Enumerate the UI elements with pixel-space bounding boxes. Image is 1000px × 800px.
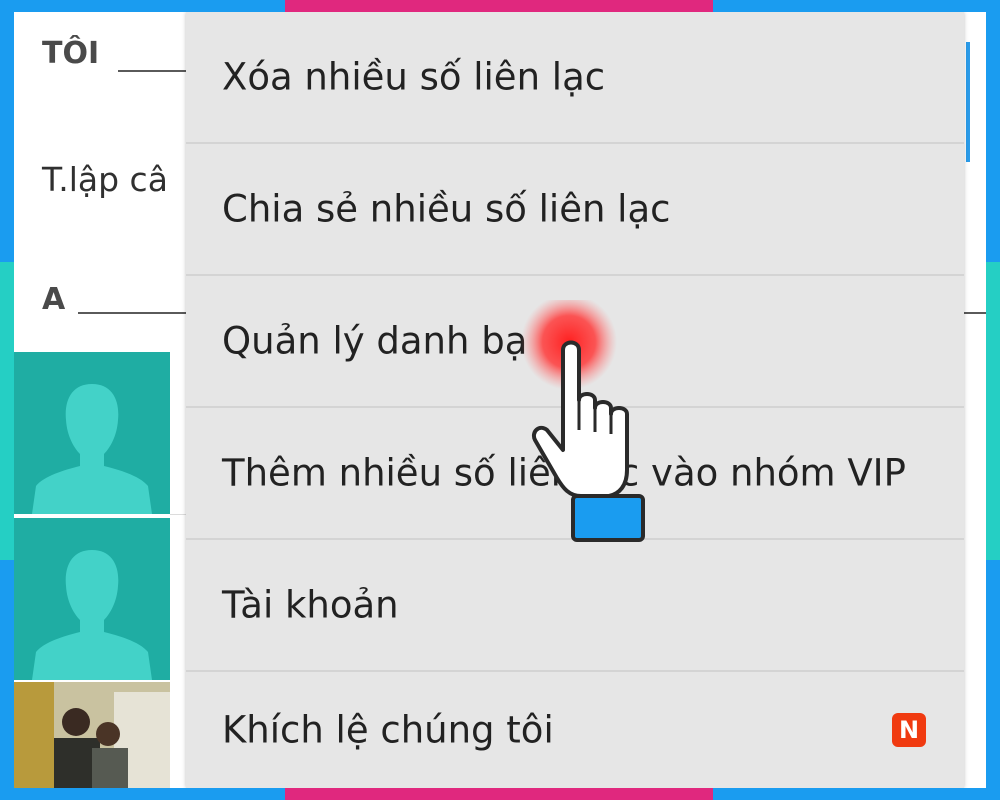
section-divider-a [78,312,198,314]
menu-item-label: Xóa nhiều số liên lạc [222,55,606,99]
menu-item-encourage-us[interactable]: Khích lệ chúng tôi N [186,672,964,788]
pointing-hand-icon [521,300,645,542]
contact-photo-image [14,682,170,788]
section-header-a: A [42,282,66,317]
frame-accent-top [285,0,713,12]
contact-avatar[interactable] [14,518,170,680]
contact-photo[interactable] [14,682,170,788]
frame-accent-bottom [285,788,713,800]
contact-me-name[interactable]: T.lập câ [42,160,168,199]
contact-avatar[interactable] [14,352,170,514]
person-silhouette-icon [32,550,152,680]
section-header-me: TÔI [42,36,100,71]
menu-item-delete-multiple[interactable]: Xóa nhiều số liên lạc [186,12,964,144]
new-badge: N [892,713,926,747]
frame-accent-right [986,262,1000,560]
menu-item-label: Khích lệ chúng tôi [222,708,554,752]
menu-item-label: Quản lý danh bạ [222,319,528,363]
menu-item-label: Tài khoản [222,583,399,627]
section-divider-a-right [964,312,986,314]
person-silhouette-icon [32,384,152,514]
menu-item-account[interactable]: Tài khoản [186,540,964,672]
menu-item-label: Chia sẻ nhiều số liên lạc [222,187,671,231]
scrollbar[interactable] [966,42,970,162]
frame-accent-left [0,262,14,560]
menu-item-share-multiple[interactable]: Chia sẻ nhiều số liên lạc [186,144,964,276]
phone-screen: TÔI T.lập câ A Xóa nhiều số liên lạc Chi… [14,12,986,788]
